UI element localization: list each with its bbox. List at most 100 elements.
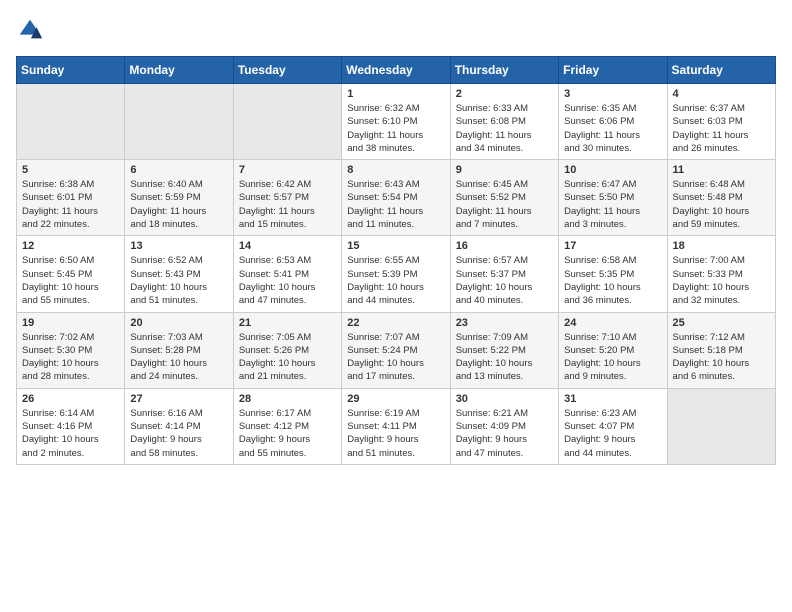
day-info: Sunrise: 7:12 AMSunset: 5:18 PMDaylight:… xyxy=(673,331,770,384)
header-day-friday: Friday xyxy=(559,57,667,84)
day-info: Sunrise: 6:23 AMSunset: 4:07 PMDaylight:… xyxy=(564,407,661,460)
day-cell: 15Sunrise: 6:55 AMSunset: 5:39 PMDayligh… xyxy=(342,236,450,312)
day-number: 16 xyxy=(456,240,553,252)
day-number: 9 xyxy=(456,164,553,176)
day-cell: 4 Sunrise: 6:37 AMSunset: 6:03 PMDaylight… xyxy=(667,84,775,160)
day-cell: 19 Sunrise: 7:02 AMSunset: 5:30 PMDayligh… xyxy=(17,312,125,388)
day-info: Sunrise: 6:48 AMSunset: 5:48 PMDaylight:… xyxy=(673,178,770,231)
day-info: Sunrise: 7:00 AMSunset: 5:33 PMDaylight:… xyxy=(673,254,770,307)
day-number: 13 xyxy=(130,240,227,252)
header-day-thursday: Thursday xyxy=(450,57,558,84)
day-cell: 16Sunrise: 6:57 AMSunset: 5:37 PMDayligh… xyxy=(450,236,558,312)
day-info: Sunrise: 6:38 AMSunset: 6:01 PMDaylight:… xyxy=(22,178,119,231)
day-cell xyxy=(17,84,125,160)
header-row: SundayMondayTuesdayWednesdayThursdayFrid… xyxy=(17,57,776,84)
day-number: 18 xyxy=(673,240,770,252)
day-number: 5 xyxy=(22,164,119,176)
day-info: Sunrise: 6:17 AMSunset: 4:12 PMDaylight:… xyxy=(239,407,336,460)
day-number: 12 xyxy=(22,240,119,252)
day-info: Sunrise: 6:53 AMSunset: 5:41 PMDaylight:… xyxy=(239,254,336,307)
day-cell: 1 Sunrise: 6:32 AMSunset: 6:10 PMDaylight… xyxy=(342,84,450,160)
header-day-tuesday: Tuesday xyxy=(233,57,341,84)
day-cell: 20 Sunrise: 7:03 AMSunset: 5:28 PMDayligh… xyxy=(125,312,233,388)
day-number: 30 xyxy=(456,393,553,405)
day-cell: 25Sunrise: 7:12 AMSunset: 5:18 PMDayligh… xyxy=(667,312,775,388)
day-number: 28 xyxy=(239,393,336,405)
day-number: 20 xyxy=(130,317,227,329)
day-number: 4 xyxy=(673,88,770,100)
day-info: Sunrise: 6:19 AMSunset: 4:11 PMDaylight:… xyxy=(347,407,444,460)
day-info: Sunrise: 6:58 AMSunset: 5:35 PMDaylight:… xyxy=(564,254,661,307)
day-number: 1 xyxy=(347,88,444,100)
day-number: 6 xyxy=(130,164,227,176)
day-number: 17 xyxy=(564,240,661,252)
day-cell: 30 Sunrise: 6:21 AMSunset: 4:09 PMDayligh… xyxy=(450,388,558,464)
day-cell: 3 Sunrise: 6:35 AMSunset: 6:06 PMDaylight… xyxy=(559,84,667,160)
day-cell: 27Sunrise: 6:16 AMSunset: 4:14 PMDayligh… xyxy=(125,388,233,464)
day-number: 29 xyxy=(347,393,444,405)
day-number: 14 xyxy=(239,240,336,252)
day-number: 19 xyxy=(22,317,119,329)
header-day-monday: Monday xyxy=(125,57,233,84)
day-cell: 22Sunrise: 7:07 AMSunset: 5:24 PMDayligh… xyxy=(342,312,450,388)
header-day-sunday: Sunday xyxy=(17,57,125,84)
day-number: 2 xyxy=(456,88,553,100)
day-cell: 21 Sunrise: 7:05 AMSunset: 5:26 PMDayligh… xyxy=(233,312,341,388)
header-day-wednesday: Wednesday xyxy=(342,57,450,84)
day-cell: 13 Sunrise: 6:52 AMSunset: 5:43 PMDayligh… xyxy=(125,236,233,312)
day-cell: 8 Sunrise: 6:43 AMSunset: 5:54 PMDaylight… xyxy=(342,160,450,236)
week-row-4: 19 Sunrise: 7:02 AMSunset: 5:30 PMDayligh… xyxy=(17,312,776,388)
day-info: Sunrise: 7:05 AMSunset: 5:26 PMDaylight:… xyxy=(239,331,336,384)
day-cell: 31 Sunrise: 6:23 AMSunset: 4:07 PMDayligh… xyxy=(559,388,667,464)
week-row-2: 5 Sunrise: 6:38 AMSunset: 6:01 PMDaylight… xyxy=(17,160,776,236)
day-info: Sunrise: 6:21 AMSunset: 4:09 PMDaylight:… xyxy=(456,407,553,460)
day-cell: 2Sunrise: 6:33 AMSunset: 6:08 PMDaylight… xyxy=(450,84,558,160)
day-info: Sunrise: 6:47 AMSunset: 5:50 PMDaylight:… xyxy=(564,178,661,231)
day-info: Sunrise: 6:37 AMSunset: 6:03 PMDaylight:… xyxy=(673,102,770,155)
day-number: 8 xyxy=(347,164,444,176)
day-cell: 29 Sunrise: 6:19 AMSunset: 4:11 PMDayligh… xyxy=(342,388,450,464)
day-number: 31 xyxy=(564,393,661,405)
day-info: Sunrise: 6:40 AMSunset: 5:59 PMDaylight:… xyxy=(130,178,227,231)
day-info: Sunrise: 7:09 AMSunset: 5:22 PMDaylight:… xyxy=(456,331,553,384)
day-info: Sunrise: 7:02 AMSunset: 5:30 PMDaylight:… xyxy=(22,331,119,384)
day-number: 26 xyxy=(22,393,119,405)
day-info: Sunrise: 6:43 AMSunset: 5:54 PMDaylight:… xyxy=(347,178,444,231)
day-cell: 28 Sunrise: 6:17 AMSunset: 4:12 PMDayligh… xyxy=(233,388,341,464)
logo-icon xyxy=(16,16,44,44)
day-number: 22 xyxy=(347,317,444,329)
day-number: 3 xyxy=(564,88,661,100)
day-number: 10 xyxy=(564,164,661,176)
day-info: Sunrise: 7:03 AMSunset: 5:28 PMDaylight:… xyxy=(130,331,227,384)
day-cell: 10 Sunrise: 6:47 AMSunset: 5:50 PMDayligh… xyxy=(559,160,667,236)
logo xyxy=(16,16,48,44)
day-cell xyxy=(667,388,775,464)
day-number: 15 xyxy=(347,240,444,252)
week-row-3: 12 Sunrise: 6:50 AMSunset: 5:45 PMDayligh… xyxy=(17,236,776,312)
day-cell: 6 Sunrise: 6:40 AMSunset: 5:59 PMDaylight… xyxy=(125,160,233,236)
day-cell: 12 Sunrise: 6:50 AMSunset: 5:45 PMDayligh… xyxy=(17,236,125,312)
day-cell: 26 Sunrise: 6:14 AMSunset: 4:16 PMDayligh… xyxy=(17,388,125,464)
day-info: Sunrise: 6:32 AMSunset: 6:10 PMDaylight:… xyxy=(347,102,444,155)
header-day-saturday: Saturday xyxy=(667,57,775,84)
day-cell: 7Sunrise: 6:42 AMSunset: 5:57 PMDaylight… xyxy=(233,160,341,236)
week-row-1: 1 Sunrise: 6:32 AMSunset: 6:10 PMDaylight… xyxy=(17,84,776,160)
day-cell: 24Sunrise: 7:10 AMSunset: 5:20 PMDayligh… xyxy=(559,312,667,388)
day-cell: 17 Sunrise: 6:58 AMSunset: 5:35 PMDayligh… xyxy=(559,236,667,312)
day-cell: 18 Sunrise: 7:00 AMSunset: 5:33 PMDayligh… xyxy=(667,236,775,312)
day-info: Sunrise: 6:50 AMSunset: 5:45 PMDaylight:… xyxy=(22,254,119,307)
day-cell xyxy=(233,84,341,160)
day-cell xyxy=(125,84,233,160)
calendar-header: SundayMondayTuesdayWednesdayThursdayFrid… xyxy=(17,57,776,84)
day-number: 23 xyxy=(456,317,553,329)
day-number: 24 xyxy=(564,317,661,329)
day-info: Sunrise: 6:16 AMSunset: 4:14 PMDaylight:… xyxy=(130,407,227,460)
day-info: Sunrise: 6:52 AMSunset: 5:43 PMDaylight:… xyxy=(130,254,227,307)
day-cell: 9 Sunrise: 6:45 AMSunset: 5:52 PMDaylight… xyxy=(450,160,558,236)
day-number: 7 xyxy=(239,164,336,176)
day-info: Sunrise: 6:45 AMSunset: 5:52 PMDaylight:… xyxy=(456,178,553,231)
day-info: Sunrise: 6:14 AMSunset: 4:16 PMDaylight:… xyxy=(22,407,119,460)
day-info: Sunrise: 6:35 AMSunset: 6:06 PMDaylight:… xyxy=(564,102,661,155)
day-cell: 11Sunrise: 6:48 AMSunset: 5:48 PMDayligh… xyxy=(667,160,775,236)
day-number: 21 xyxy=(239,317,336,329)
